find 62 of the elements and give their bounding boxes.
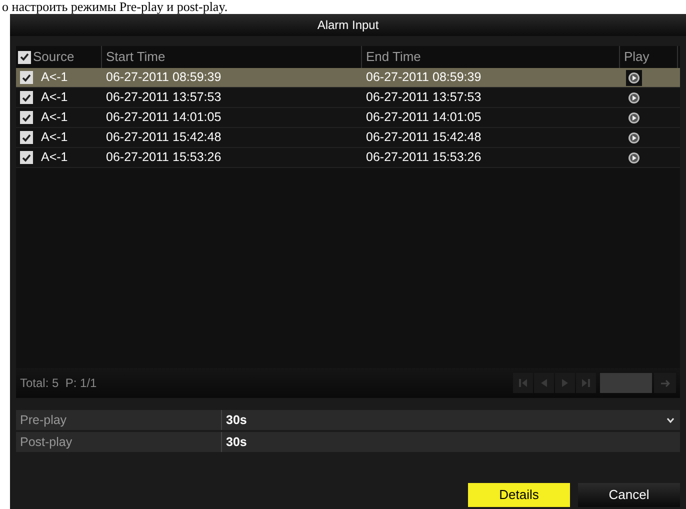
play-icon: [628, 112, 640, 124]
row-checkbox[interactable]: [20, 131, 33, 144]
first-page-icon: [519, 379, 527, 387]
table-cell: 06-27-2011 15:53:26: [366, 150, 482, 164]
table-cell-text: A<-1: [41, 129, 68, 146]
table-cell: 06-27-2011 15:53:26: [106, 150, 222, 164]
table-cell-text: A<-1: [41, 89, 68, 106]
arrow-right-icon: [660, 380, 670, 386]
setting-label: Post-play: [20, 434, 72, 451]
row-checkbox[interactable]: [20, 71, 33, 84]
column-header[interactable]: End Time: [366, 47, 421, 67]
cancel-button[interactable]: Cancel: [578, 483, 680, 507]
checkmark-icon: [22, 94, 31, 102]
total-count: Total: 5 P: 1/1: [19, 375, 98, 392]
play-icon: [628, 92, 640, 104]
select-all-checkbox[interactable]: [18, 50, 31, 64]
next-icon: [562, 379, 568, 387]
row-checkbox[interactable]: [20, 151, 33, 164]
checkmark-icon: [22, 74, 31, 82]
page-input-field[interactable]: [600, 373, 652, 393]
chevron-down-icon: [667, 418, 674, 422]
play-icon: [628, 152, 640, 164]
play-button[interactable]: [626, 70, 642, 86]
table-cell: 06-27-2011 14:01:05: [106, 110, 222, 124]
table-row[interactable]: A<-1 06-27-2011 08:59:39 06-27-2011 08:59:39: [16, 68, 680, 88]
caption-text: о настроить режимы Pre-play и post-play.: [2, 0, 228, 13]
last-page-icon: [582, 379, 590, 387]
checkmark-icon: [22, 114, 31, 122]
table-cell: 06-27-2011 13:57:53: [366, 90, 482, 104]
table-row[interactable]: A<-1 06-27-2011 13:57:53 06-27-2011 13:57:53: [16, 88, 680, 108]
table-row[interactable]: A<-1 06-27-2011 15:53:26 06-27-2011 15:53:26: [16, 148, 680, 168]
setting-label: Pre-play: [20, 412, 67, 429]
row-checkbox[interactable]: [20, 111, 33, 124]
play-icon: [628, 132, 640, 144]
dropdown[interactable]: 30s: [222, 410, 680, 430]
play-button[interactable]: [626, 110, 642, 126]
column-header[interactable]: Start Time: [106, 47, 166, 67]
table-cell: 06-27-2011 15:42:48: [366, 130, 482, 144]
table-cell: 06-27-2011 08:59:39: [366, 70, 482, 84]
table-cell: 06-27-2011 13:57:53: [106, 90, 222, 104]
column-header[interactable]: Play: [624, 47, 650, 67]
table-cell: 06-27-2011 14:01:05: [366, 110, 482, 124]
details-button[interactable]: Details: [468, 483, 570, 507]
table-cell-text: A<-1: [41, 69, 68, 86]
checkmark-icon: [22, 154, 31, 162]
column-header[interactable]: Source: [33, 47, 74, 67]
window-title: Alarm Input: [317, 17, 379, 34]
table-row[interactable]: A<-1 06-27-2011 14:01:05 06-27-2011 14:01:05: [16, 108, 680, 128]
table-cell: 06-27-2011 08:59:39: [106, 70, 222, 84]
table-row[interactable]: A<-1 06-27-2011 15:42:48 06-27-2011 15:42:48: [16, 128, 680, 148]
play-button[interactable]: [626, 130, 642, 146]
table-cell-text: A<-1: [41, 149, 68, 166]
play-button[interactable]: [626, 90, 642, 106]
checkmark-icon: [22, 134, 31, 142]
input-field[interactable]: 30s: [222, 432, 680, 452]
row-checkbox[interactable]: [20, 91, 33, 104]
checkmark-icon: [20, 53, 29, 61]
table-cell-text: A<-1: [41, 109, 68, 126]
play-button[interactable]: [626, 150, 642, 166]
play-icon: [628, 72, 640, 84]
previous-icon: [541, 379, 547, 387]
table-cell: 06-27-2011 15:42:48: [106, 130, 222, 144]
